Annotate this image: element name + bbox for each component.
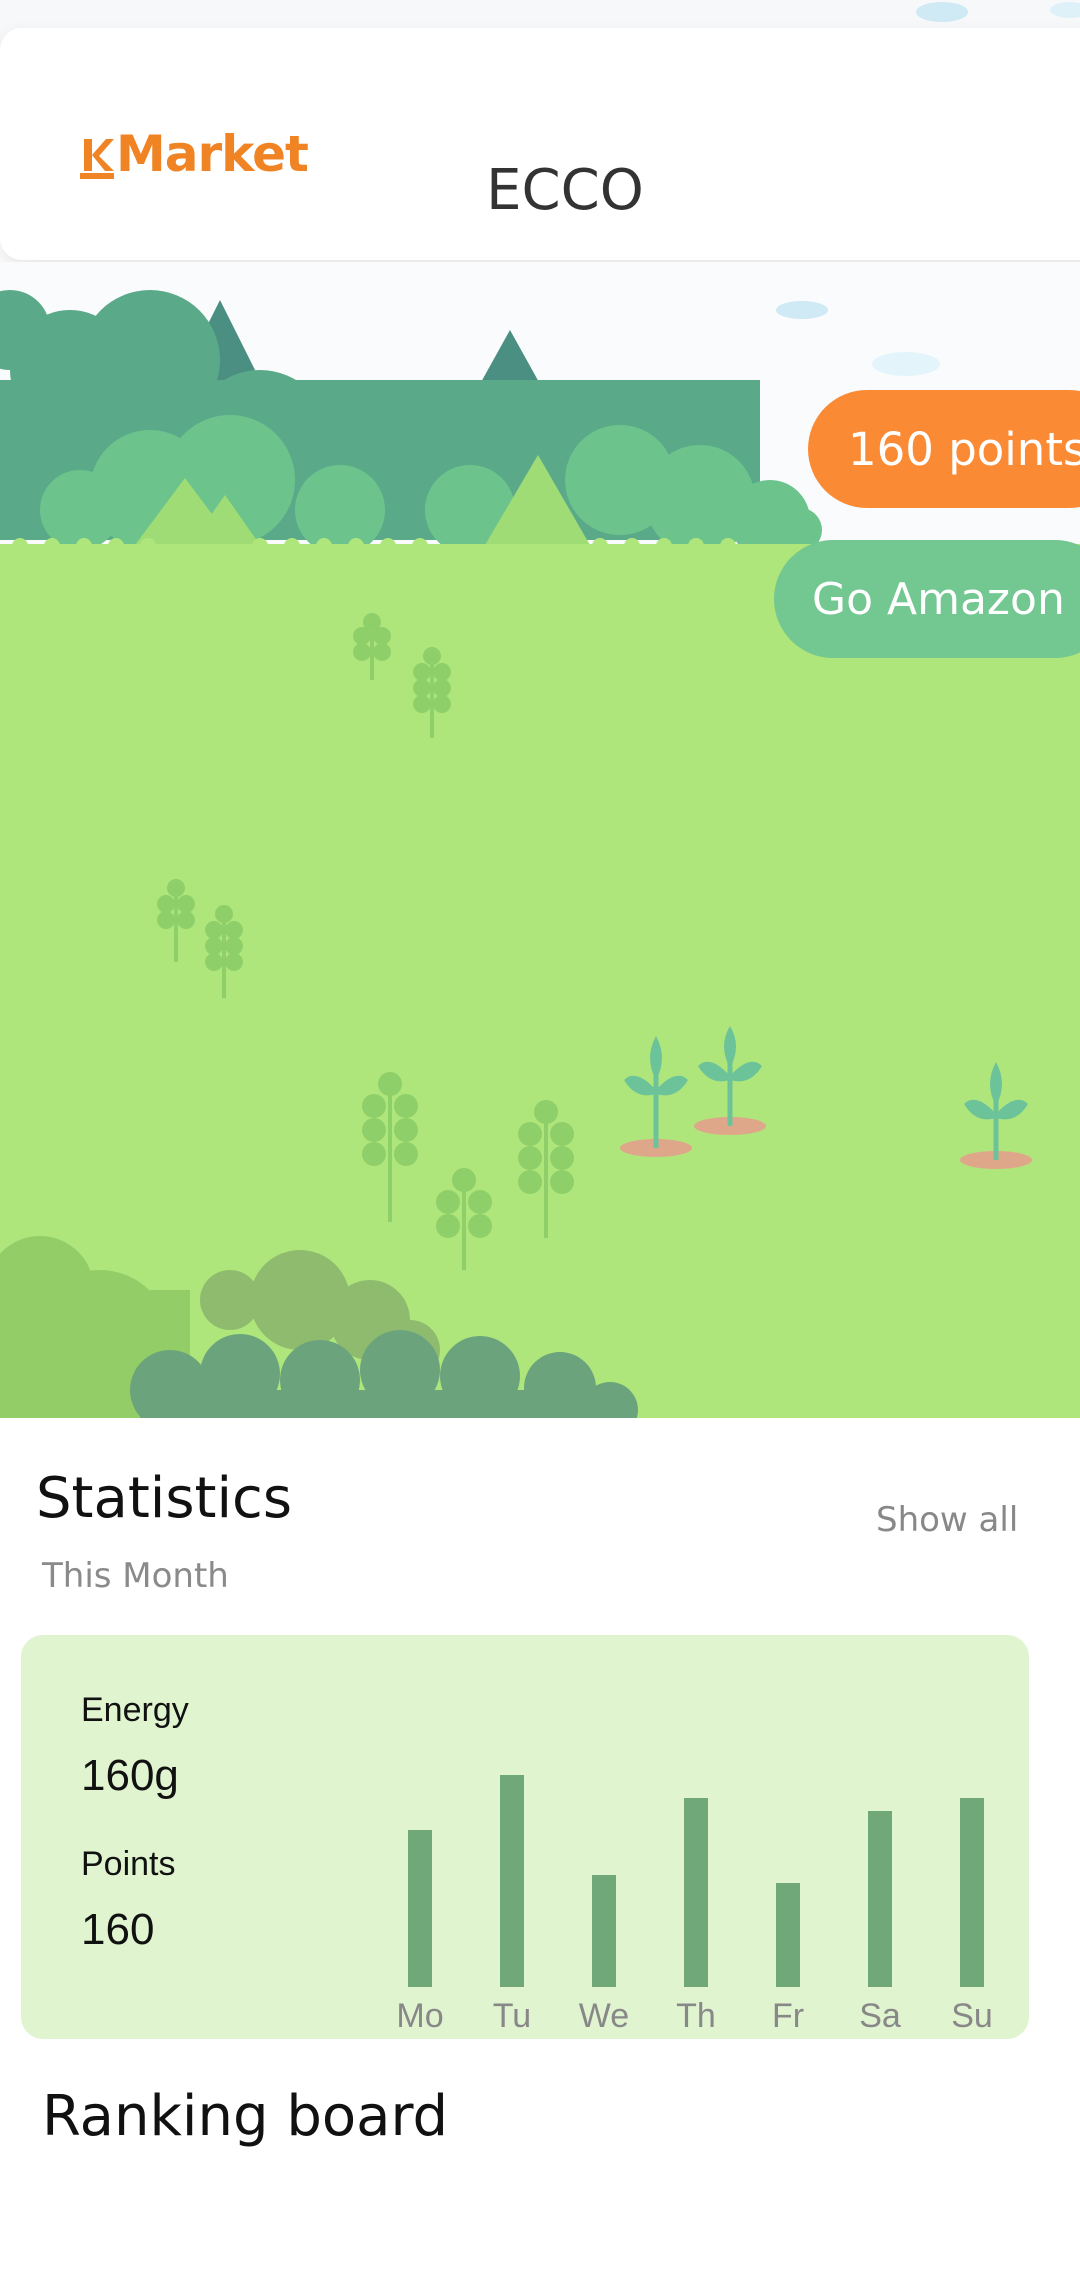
statistics-card: Energy 160g Points 160 Mo Tu We Th Fr Sa… (21, 1635, 1029, 2039)
day-label-su: Su (951, 1997, 993, 2035)
day-label-we: We (578, 1997, 630, 2035)
bar-tu (500, 1775, 524, 1987)
weekly-bar-chart: Mo Tu We Th Fr Sa Su (366, 1695, 1006, 2035)
points-label: 160 points (848, 422, 1080, 476)
ranking-board-title: Ranking board (42, 2084, 449, 2149)
go-amazon-button[interactable]: Go Amazon (774, 540, 1080, 658)
go-amazon-label: Go Amazon (812, 573, 1065, 625)
bar-we (592, 1875, 616, 1987)
period-label: This Month (42, 1556, 229, 1596)
statistics-title: Statistics (36, 1466, 292, 1531)
energy-value: 160g (81, 1751, 179, 1800)
day-label-sa: Sa (859, 1997, 901, 2035)
points-metric-label: Points (81, 1845, 176, 1883)
store-title: ECCO (486, 158, 644, 223)
bar-mo (408, 1830, 432, 1987)
day-label-th: Th (676, 1997, 716, 2035)
bar-th (684, 1798, 708, 1987)
bar-fr (776, 1883, 800, 1987)
energy-label: Energy (81, 1691, 189, 1729)
day-label-mo: Mo (396, 1997, 444, 2035)
points-metric-value: 160 (81, 1905, 155, 1954)
show-all-link[interactable]: Show all (876, 1500, 1018, 1540)
bar-su (960, 1798, 984, 1987)
bar-sa (868, 1811, 892, 1987)
day-label-tu: Tu (492, 1997, 532, 2035)
points-button[interactable]: 160 points (808, 390, 1080, 508)
day-label-fr: Fr (771, 1997, 805, 2035)
